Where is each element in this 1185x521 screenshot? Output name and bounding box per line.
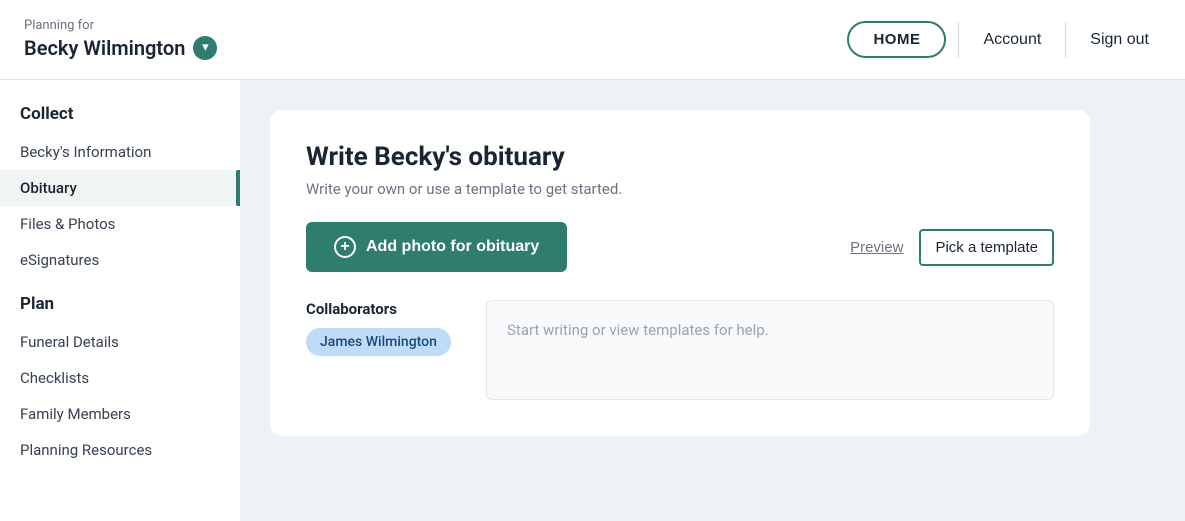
plus-icon: +: [334, 236, 356, 258]
sidebar-plan-label: Plan: [0, 294, 240, 324]
card-subtitle: Write your own or use a template to get …: [306, 180, 1054, 198]
template-actions: Preview Pick a template: [850, 229, 1054, 266]
home-button[interactable]: HOME: [847, 21, 946, 58]
person-name-row: Becky Wilmington: [24, 35, 217, 61]
sidebar: Collect Becky's Information Obituary Fil…: [0, 80, 240, 521]
obituary-card: Write Becky's obituary Write your own or…: [270, 110, 1090, 436]
sidebar-collect-label: Collect: [0, 104, 240, 134]
header-left: Planning for Becky Wilmington: [24, 18, 217, 61]
sidebar-item-family-members[interactable]: Family Members: [0, 396, 240, 432]
header-divider: [958, 22, 959, 58]
card-title: Write Becky's obituary: [306, 142, 1054, 172]
main-layout: Collect Becky's Information Obituary Fil…: [0, 80, 1185, 521]
sidebar-item-esignatures[interactable]: eSignatures: [0, 242, 240, 278]
header-right: HOME Account Sign out: [847, 21, 1161, 58]
collaborator-badge: James Wilmington: [306, 328, 451, 356]
planning-for-label: Planning for: [24, 18, 217, 35]
sidebar-item-beckys-information[interactable]: Becky's Information: [0, 134, 240, 170]
sidebar-item-funeral-details[interactable]: Funeral Details: [0, 324, 240, 360]
content-area: Write Becky's obituary Write your own or…: [240, 80, 1185, 521]
pick-template-button[interactable]: Pick a template: [919, 229, 1054, 266]
sidebar-item-checklists[interactable]: Checklists: [0, 360, 240, 396]
obituary-text-area[interactable]: Start writing or view templates for help…: [486, 300, 1054, 400]
card-actions: + Add photo for obituary Preview Pick a …: [306, 222, 1054, 272]
collaborators-label: Collaborators: [306, 300, 466, 318]
sidebar-item-planning-resources[interactable]: Planning Resources: [0, 432, 240, 468]
bottom-row: Collaborators James Wilmington Start wri…: [306, 300, 1054, 400]
preview-button[interactable]: Preview: [850, 239, 903, 256]
account-button[interactable]: Account: [971, 23, 1053, 57]
sidebar-gap: [0, 278, 240, 294]
person-name: Becky Wilmington: [24, 35, 185, 61]
header: Planning for Becky Wilmington HOME Accou…: [0, 0, 1185, 80]
add-photo-button[interactable]: + Add photo for obituary: [306, 222, 567, 272]
chevron-down-icon[interactable]: [193, 36, 217, 60]
signout-button[interactable]: Sign out: [1078, 23, 1161, 57]
sidebar-item-obituary[interactable]: Obituary: [0, 170, 240, 206]
header-divider-2: [1065, 22, 1066, 58]
collaborators-section: Collaborators James Wilmington: [306, 300, 466, 356]
sidebar-item-files-photos[interactable]: Files & Photos: [0, 206, 240, 242]
